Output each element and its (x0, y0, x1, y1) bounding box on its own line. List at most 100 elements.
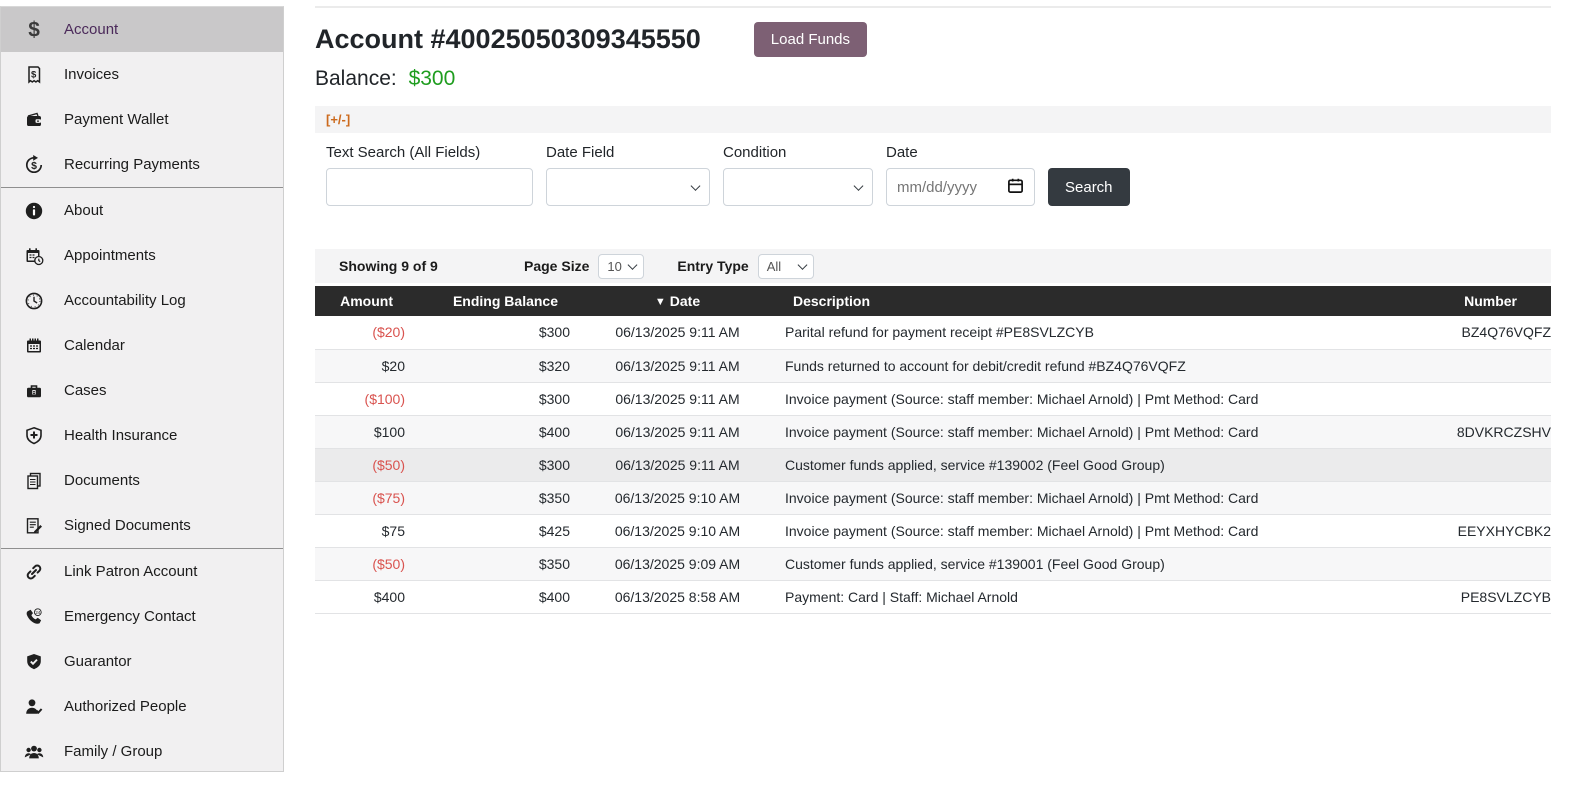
sidebar-item-emergency-contact[interactable]: 24 Emergency Contact (1, 594, 283, 639)
ending-balance-cell: $400 (405, 415, 570, 449)
sidebar-item-recurring-payments[interactable]: $ Recurring Payments (1, 142, 283, 187)
sidebar-item-label: Signed Documents (64, 517, 191, 534)
page-title: Account #40025050309345550 (315, 24, 701, 54)
column-header-ending-balance[interactable]: Ending Balance (405, 286, 570, 316)
dollar-icon: $ (21, 19, 47, 41)
sidebar-item-label: Recurring Payments (64, 156, 200, 173)
description-cell: Invoice payment (Source: staff member: M… (785, 481, 1401, 515)
number-cell (1401, 547, 1551, 581)
sidebar-item-guarantor[interactable]: Guarantor (1, 639, 283, 684)
table-row[interactable]: ($100) $300 06/13/2025 9:11 AM Invoice paym… (315, 382, 1551, 416)
svg-text:24: 24 (35, 609, 41, 614)
sidebar-item-invoices[interactable]: $ Invoices (1, 52, 283, 97)
table-row[interactable]: ($50) $300 06/13/2025 9:11 AM Customer fund… (315, 448, 1551, 482)
description-cell: Invoice payment (Source: staff member: M… (785, 514, 1401, 548)
sidebar-item-calendar[interactable]: Calendar (1, 323, 283, 368)
table-row[interactable]: ($75) $350 06/13/2025 9:10 AM Invoice payme… (315, 481, 1551, 515)
sidebar-item-documents[interactable]: Documents (1, 458, 283, 503)
table-row[interactable]: $100 $400 06/13/2025 9:11 AM Invoice paymen… (315, 415, 1551, 449)
table-row[interactable]: $75 $425 06/13/2025 9:10 AM Invoice payment… (315, 514, 1551, 548)
calendar-picker-icon[interactable] (1007, 177, 1024, 198)
amount-cell: ($50) (315, 448, 405, 482)
entry-type-label: Entry Type (677, 258, 749, 274)
table-row[interactable]: $400 $400 06/13/2025 8:58 AM Payment: Card … (315, 580, 1551, 614)
sidebar-item-link-patron-account[interactable]: Link Patron Account (1, 549, 283, 594)
svg-text:$: $ (31, 69, 37, 80)
sidebar-item-health-insurance[interactable]: Health Insurance (1, 413, 283, 458)
date-cell: 06/13/2025 9:11 AM (570, 382, 785, 416)
sidebar-item-payment-wallet[interactable]: Payment Wallet (1, 97, 283, 142)
column-header-description[interactable]: Description (785, 286, 1401, 316)
sidebar-item-label: Calendar (64, 337, 125, 354)
search-button[interactable]: Search (1048, 168, 1130, 206)
description-cell: Funds returned to account for debit/cred… (785, 349, 1401, 383)
date-field-label: Date Field (546, 144, 615, 161)
date-input[interactable]: mm/dd/yyyy (886, 168, 1035, 206)
date-label: Date (886, 144, 918, 161)
ending-balance-cell: $300 (405, 382, 570, 416)
sidebar-item-family-group[interactable]: Family / Group (1, 729, 283, 774)
number-cell (1401, 481, 1551, 515)
sidebar-item-authorized-people[interactable]: Authorized People (1, 684, 283, 729)
column-header-date[interactable]: ▼ Date (570, 286, 785, 316)
condition-select[interactable] (723, 168, 873, 206)
recurring-dollar-icon: $ (21, 154, 47, 175)
sidebar-item-about[interactable]: About (1, 188, 283, 233)
description-cell: Invoice payment (Source: staff member: M… (785, 382, 1401, 416)
date-cell: 06/13/2025 9:10 AM (570, 481, 785, 515)
filter-collapse-toggle[interactable]: [+/-] (326, 112, 350, 127)
sidebar-item-cases[interactable]: Cases (1, 368, 283, 413)
number-cell: EEYXHYCBK2 (1401, 514, 1551, 548)
column-header-number[interactable]: Number (1401, 286, 1551, 316)
sidebar: $ Account $ Invoices Payment Wallet $ Recurrin… (0, 6, 284, 772)
sidebar-item-appointments[interactable]: Appointments (1, 233, 283, 278)
info-icon (21, 201, 47, 221)
sidebar-item-label: Emergency Contact (64, 608, 196, 625)
sidebar-item-account[interactable]: $ Account (1, 7, 283, 52)
sidebar-item-signed-documents[interactable]: Signed Documents (1, 503, 283, 548)
sidebar-item-label: Account (64, 21, 119, 38)
amount-cell: $20 (315, 349, 405, 383)
ending-balance-cell: $300 (405, 448, 570, 482)
ending-balance-cell: $400 (405, 580, 570, 614)
main-content: Account #40025050309345550 Load Funds Ba… (284, 0, 1573, 789)
text-search-group: Text Search (All Fields) (326, 144, 533, 206)
date-cell: 06/13/2025 9:11 AM (570, 349, 785, 383)
ending-balance-cell: $350 (405, 547, 570, 581)
text-search-input[interactable] (326, 168, 533, 206)
amount-cell: $400 (315, 580, 405, 614)
person-check-icon (21, 697, 47, 717)
table-row[interactable]: ($20) $300 06/13/2025 9:11 AM Parital refun… (315, 316, 1551, 350)
table-row[interactable]: $20 $320 06/13/2025 9:11 AM Funds returned … (315, 349, 1551, 383)
condition-group: Condition (723, 144, 873, 206)
description-cell: Customer funds applied, service #139001 … (785, 547, 1401, 581)
date-cell: 06/13/2025 9:10 AM (570, 514, 785, 548)
number-cell: 8DVKRCZSHV (1401, 415, 1551, 449)
date-field-select[interactable] (546, 168, 710, 206)
appointment-calendar-icon (21, 246, 47, 266)
sidebar-item-label: Appointments (64, 247, 156, 264)
ending-balance-cell: $425 (405, 514, 570, 548)
filter-body: Text Search (All Fields) Date Field Cond… (315, 133, 1551, 225)
entry-type-select[interactable]: All (757, 253, 814, 279)
sidebar-item-accountability-log[interactable]: Accountability Log (1, 278, 283, 323)
ending-balance-cell: $300 (405, 316, 570, 350)
date-cell: 06/13/2025 8:58 AM (570, 580, 785, 614)
column-header-amount[interactable]: Amount (315, 286, 405, 316)
shield-cross-icon (21, 426, 47, 446)
balance-label: Balance: (315, 67, 397, 90)
table-row[interactable]: ($50) $350 06/13/2025 9:09 AM Customer fund… (315, 547, 1551, 581)
date-cell: 06/13/2025 9:11 AM (570, 316, 785, 350)
link-icon (21, 562, 47, 582)
sidebar-item-label: Invoices (64, 66, 120, 83)
svg-text:$: $ (28, 19, 40, 41)
showing-count: Showing 9 of 9 (339, 258, 438, 274)
page-size-select[interactable]: 10 (598, 253, 645, 279)
sidebar-item-label: Accountability Log (64, 292, 186, 309)
amount-cell: ($75) (315, 481, 405, 515)
amount-cell: ($50) (315, 547, 405, 581)
load-funds-button[interactable]: Load Funds (753, 22, 868, 57)
text-search-label: Text Search (All Fields) (326, 144, 481, 161)
sidebar-item-label: Cases (64, 382, 107, 399)
calendar-icon (21, 336, 47, 356)
